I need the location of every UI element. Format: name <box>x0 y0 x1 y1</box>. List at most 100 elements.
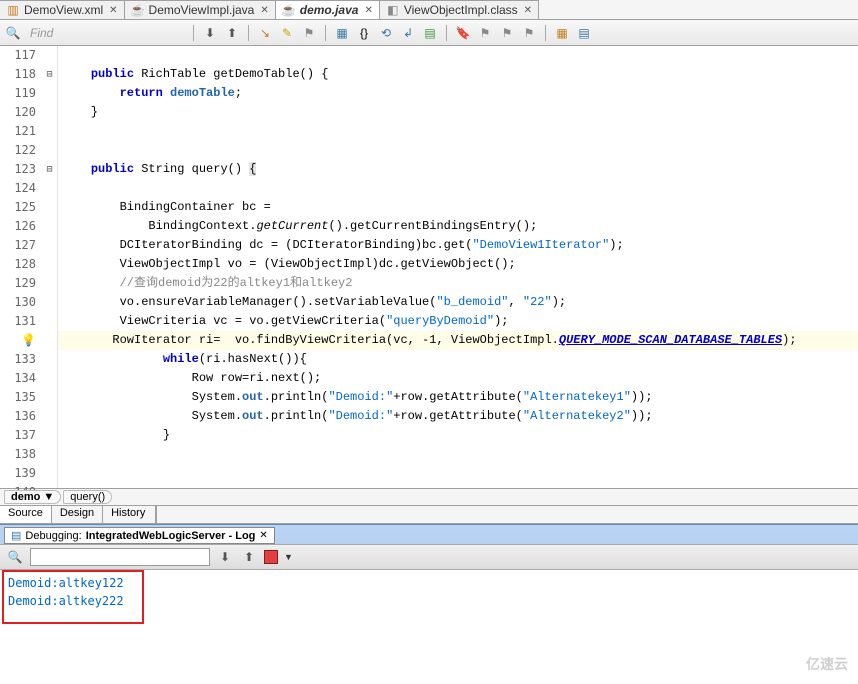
close-icon[interactable]: ✕ <box>109 5 117 16</box>
tab-viewobjectimpl-class[interactable]: ◧ ViewObjectImpl.class ✕ <box>380 0 539 19</box>
fold-toggle <box>42 350 57 369</box>
search-icon[interactable]: 🔍 <box>6 548 24 566</box>
line-numbers: 1171181191201211221231241251261271281291… <box>0 46 42 488</box>
stop-button[interactable] <box>264 550 278 564</box>
debug-title: IntegratedWebLogicServer - Log <box>86 530 256 542</box>
flag-icon[interactable]: ⚑ <box>476 24 494 42</box>
code-content[interactable]: public RichTable getDemoTable() { return… <box>58 46 858 488</box>
code-line[interactable]: //查询demoid为22的altkey1和altkey2 <box>58 274 858 293</box>
code-line[interactable]: ViewCriteria vc = vo.getViewCriteria("qu… <box>58 312 858 331</box>
line-number: 118 <box>0 65 36 84</box>
fold-toggle[interactable]: ⊟ <box>42 160 57 179</box>
code-line[interactable] <box>58 122 858 141</box>
close-icon[interactable]: ✕ <box>259 530 267 541</box>
highlight-icon[interactable]: ✎ <box>278 24 296 42</box>
braces-icon[interactable]: {} <box>355 24 373 42</box>
fold-toggle <box>42 369 57 388</box>
close-icon[interactable]: ✕ <box>524 5 532 16</box>
breadcrumb-class[interactable]: demo ▼ <box>4 490 61 504</box>
find-next-icon[interactable]: ⬇ <box>216 548 234 566</box>
log-output[interactable]: Demoid:altkey122 Demoid:altkey222 <box>0 570 858 656</box>
tab-source[interactable]: Source <box>0 506 52 523</box>
line-number: 139 <box>0 464 36 483</box>
db-icon[interactable]: ▤ <box>421 24 439 42</box>
fold-toggle <box>42 426 57 445</box>
code-line[interactable]: System.out.println("Demoid:"+row.getAttr… <box>58 407 858 426</box>
fold-toggle[interactable]: ⊟ <box>42 65 57 84</box>
line-number: 119 <box>0 84 36 103</box>
code-line[interactable] <box>58 179 858 198</box>
code-line[interactable] <box>58 46 858 65</box>
close-icon[interactable]: ✕ <box>260 5 268 16</box>
code-line[interactable]: } <box>58 103 858 122</box>
code-line[interactable]: } <box>58 426 858 445</box>
find-next-icon[interactable]: ⬇ <box>201 24 219 42</box>
goto-icon[interactable]: ↘ <box>256 24 274 42</box>
find-prev-icon[interactable]: ⬆ <box>240 548 258 566</box>
block-icon[interactable]: ▦ <box>333 24 351 42</box>
line-number: 129 <box>0 274 36 293</box>
line-number: 126 <box>0 217 36 236</box>
fold-toggle <box>42 141 57 160</box>
code-line[interactable] <box>58 445 858 464</box>
search-icon[interactable]: 🔍 <box>4 24 22 42</box>
class-icon: ◧ <box>386 3 400 17</box>
flag-prev-icon[interactable]: ⚑ <box>520 24 538 42</box>
line-number: 125 <box>0 198 36 217</box>
separator <box>248 25 249 41</box>
fold-toggle <box>42 464 57 483</box>
fold-toggle <box>42 407 57 426</box>
code-line[interactable]: DCIteratorBinding dc = (DCIteratorBindin… <box>58 236 858 255</box>
wrap-icon[interactable]: ↲ <box>399 24 417 42</box>
tab-demo-java[interactable]: ☕ demo.java ✕ <box>276 0 380 19</box>
log-line: Demoid:altkey222 <box>2 594 856 612</box>
code-line[interactable] <box>58 141 858 160</box>
tab-design[interactable]: Design <box>52 506 103 523</box>
line-number: 120 <box>0 103 36 122</box>
view-tabs: Source Design History <box>0 506 858 524</box>
code-line[interactable]: Row row=ri.next(); <box>58 369 858 388</box>
code-editor[interactable]: 1171181191201211221231241251261271281291… <box>0 46 858 488</box>
line-number: 137 <box>0 426 36 445</box>
fold-toggle <box>42 46 57 65</box>
line-number: 134 <box>0 369 36 388</box>
bookmark-toggle-icon[interactable]: ⚑ <box>300 24 318 42</box>
find-input[interactable]: Find <box>26 26 186 40</box>
code-line[interactable]: BindingContainer bc = <box>58 198 858 217</box>
fold-toggle <box>42 217 57 236</box>
flag-next-icon[interactable]: ⚑ <box>498 24 516 42</box>
fold-toggle <box>42 388 57 407</box>
code-line[interactable]: while(ri.hasNext()){ <box>58 350 858 369</box>
fold-toggle <box>42 122 57 141</box>
dropdown-icon[interactable]: ▼ <box>284 552 293 562</box>
code-line[interactable]: System.out.println("Demoid:"+row.getAttr… <box>58 388 858 407</box>
reformat-icon[interactable]: ⟲ <box>377 24 395 42</box>
tab-demoview-xml[interactable]: ▥ DemoView.xml ✕ <box>0 0 125 19</box>
fold-column[interactable]: ⊟⊟ <box>42 46 58 488</box>
code-line[interactable]: RowIterator ri= vo.findByViewCriteria(vc… <box>58 331 858 350</box>
code-line[interactable]: public RichTable getDemoTable() { <box>58 65 858 84</box>
editor-toolbar: 🔍 Find ⬇ ⬆ ↘ ✎ ⚑ ▦ {} ⟲ ↲ ▤ 🔖 ⚑ ⚑ ⚑ ▦ ▤ <box>0 20 858 46</box>
watermark: 亿速云 <box>806 654 848 674</box>
debug-toolbar: 🔍 ⬇ ⬆ ▼ <box>0 544 858 570</box>
compare-icon[interactable]: ▤ <box>575 24 593 42</box>
code-line[interactable] <box>58 483 858 502</box>
code-line[interactable] <box>58 464 858 483</box>
bookmark-icon[interactable]: 🔖 <box>454 24 472 42</box>
code-line[interactable]: return demoTable; <box>58 84 858 103</box>
code-line[interactable]: ViewObjectImpl vo = (ViewObjectImpl)dc.g… <box>58 255 858 274</box>
tab-demoviewimpl-java[interactable]: ☕ DemoViewImpl.java ✕ <box>125 0 276 19</box>
line-number: 💡 <box>0 331 36 350</box>
preview-icon[interactable]: ▦ <box>553 24 571 42</box>
find-prev-icon[interactable]: ⬆ <box>223 24 241 42</box>
debug-panel: ▤ Debugging: IntegratedWebLogicServer - … <box>0 524 858 656</box>
debug-search-input[interactable] <box>30 548 210 566</box>
debug-tab[interactable]: ▤ Debugging: IntegratedWebLogicServer - … <box>4 527 275 544</box>
code-line[interactable]: vo.ensureVariableManager().setVariableVa… <box>58 293 858 312</box>
tab-history[interactable]: History <box>103 506 157 523</box>
code-line[interactable]: BindingContext.getCurrent().getCurrentBi… <box>58 217 858 236</box>
file-tabs: ▥ DemoView.xml ✕ ☕ DemoViewImpl.java ✕ ☕… <box>0 0 858 20</box>
code-line[interactable]: public String query() { <box>58 160 858 179</box>
close-icon[interactable]: ✕ <box>364 5 372 16</box>
fold-toggle <box>42 103 57 122</box>
